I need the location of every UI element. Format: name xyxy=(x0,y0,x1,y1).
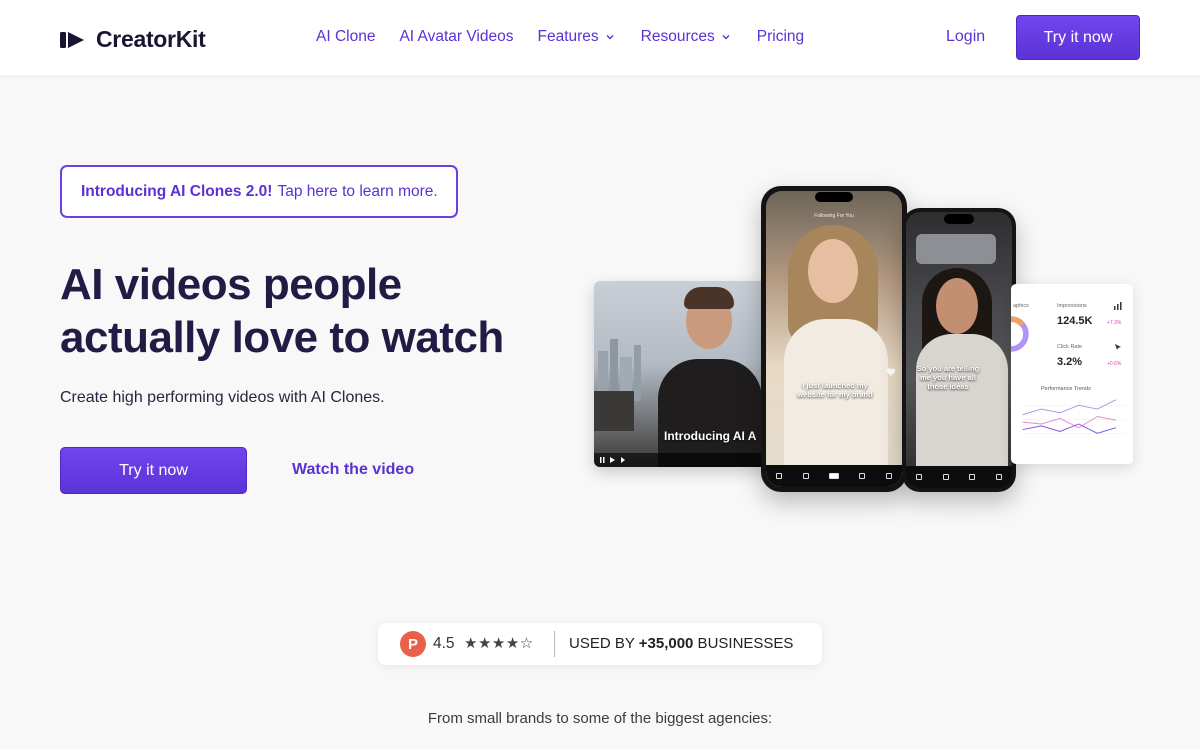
click-rate-value: 3.2% xyxy=(1057,356,1083,368)
phone-notch xyxy=(815,192,853,202)
inbox-icon xyxy=(969,474,976,480)
announcement-banner[interactable]: Introducing AI Clones 2.0! Tap here to l… xyxy=(60,165,458,218)
hero-title-line1: AI videos people xyxy=(60,260,402,309)
social-proof-bar: P 4.5 ★★★★☆ USED BY +35,000 BUSINESSES xyxy=(378,623,822,665)
impressions-value: 124.5K xyxy=(1057,315,1093,327)
logo-icon xyxy=(60,31,84,48)
product-mockup: Introducing AI A Following For You I jus… xyxy=(590,180,1150,520)
analytics-card: aphics Impressions 124.5K +7.3% Click Ra… xyxy=(1011,284,1133,464)
discover-icon xyxy=(802,473,809,479)
cursor-icon xyxy=(1115,344,1121,350)
brand-logo[interactable]: CreatorKit xyxy=(60,26,206,53)
create-icon xyxy=(828,473,839,479)
announcement-link-text: Tap here to learn more. xyxy=(277,182,438,200)
phone-screen: Following For You I just launched my web… xyxy=(766,191,902,487)
graphics-label: aphics xyxy=(1013,303,1029,309)
phone2-caption: So you are telling me you have all those… xyxy=(916,364,980,391)
producthunt-icon: P xyxy=(400,631,426,657)
woman-face xyxy=(808,239,858,303)
woman2-jacket xyxy=(916,334,1008,474)
heart-icon xyxy=(886,368,896,376)
nav-resources[interactable]: Resources xyxy=(641,28,731,46)
add-icon xyxy=(942,474,949,480)
used-by-text: USED BY +35,000 BUSINESSES xyxy=(569,635,793,652)
rating-score: 4.5 xyxy=(433,635,455,652)
nav-features[interactable]: Features xyxy=(538,28,615,46)
login-link[interactable]: Login xyxy=(946,28,985,46)
performance-trends-label: Performance Trends xyxy=(1041,386,1091,392)
header-try-button[interactable]: Try it now xyxy=(1016,15,1140,60)
presenter-hair xyxy=(684,287,734,309)
chevron-down-icon xyxy=(722,35,730,40)
bar-chart-icon xyxy=(1114,302,1122,310)
video-controls[interactable] xyxy=(594,453,774,467)
phone-bottom-nav xyxy=(766,465,902,487)
nav-label: AI Avatar Videos xyxy=(399,28,514,45)
nav-label: Features xyxy=(537,28,599,45)
video-preview-card[interactable]: Introducing AI A xyxy=(594,281,774,467)
phone-caption: I just launched my website for my brand xyxy=(797,381,873,399)
used-by-count: +35,000 xyxy=(638,635,694,652)
home-icon xyxy=(776,473,783,479)
nav-ai-clone[interactable]: AI Clone xyxy=(316,28,375,46)
donut-chart-icon xyxy=(1011,316,1029,352)
phone-screen: So you are telling me you have all those… xyxy=(906,212,1012,488)
phone-mockup-main: Following For You I just launched my web… xyxy=(761,186,907,492)
video-caption: Introducing AI A xyxy=(664,429,757,443)
click-rate-delta: +0.6% xyxy=(1107,361,1122,367)
hero-title: AI videos people actually love to watch xyxy=(60,258,504,364)
nav-label: Pricing xyxy=(756,28,805,45)
search-icon xyxy=(916,474,923,480)
hero-try-button[interactable]: Try it now xyxy=(60,447,247,494)
nav-pricing[interactable]: Pricing xyxy=(757,28,804,46)
woman2-face xyxy=(936,278,978,334)
phone-notch xyxy=(944,214,974,224)
clients-tagline: From small brands to some of the biggest… xyxy=(427,710,773,727)
divider xyxy=(554,631,555,657)
trend-lines-chart xyxy=(1022,399,1126,434)
watch-video-link[interactable]: Watch the video xyxy=(292,461,414,479)
hero-subtitle: Create high performing videos with AI Cl… xyxy=(60,389,385,406)
nav-ai-avatar-videos[interactable]: AI Avatar Videos xyxy=(399,28,513,46)
used-by-prefix: USED BY xyxy=(569,635,639,652)
impressions-delta: +7.3% xyxy=(1107,320,1122,326)
play-controls-icon xyxy=(600,457,625,463)
chevron-down-icon xyxy=(606,35,614,40)
used-by-suffix: BUSINESSES xyxy=(693,635,794,652)
main-nav: AI Clone AI Avatar Videos Features Resou… xyxy=(316,28,804,46)
hero-title-line2: actually love to watch xyxy=(60,313,504,362)
phone2-bottom-nav xyxy=(906,466,1012,488)
car-window xyxy=(916,234,996,264)
desk-laptop xyxy=(594,391,634,431)
profile-icon xyxy=(995,474,1002,480)
impressions-label: Impressions xyxy=(1057,303,1087,309)
woman-sweater xyxy=(784,319,888,479)
profile-icon xyxy=(885,473,892,479)
click-rate-label: Click Rate xyxy=(1057,344,1083,350)
presenter-shirt xyxy=(658,359,762,467)
inbox-icon xyxy=(859,473,866,479)
announcement-title: Introducing AI Clones 2.0! xyxy=(81,182,273,200)
site-header: CreatorKit AI Clone AI Avatar Videos Fea… xyxy=(0,0,1200,75)
nav-label: Resources xyxy=(640,28,715,45)
nav-label: AI Clone xyxy=(316,28,376,45)
brand-name: CreatorKit xyxy=(96,26,206,52)
feed-tabs: Following For You xyxy=(814,213,854,219)
rating-stars: ★★★★☆ xyxy=(464,635,534,652)
phone-mockup-secondary: So you are telling me you have all those… xyxy=(902,208,1016,492)
